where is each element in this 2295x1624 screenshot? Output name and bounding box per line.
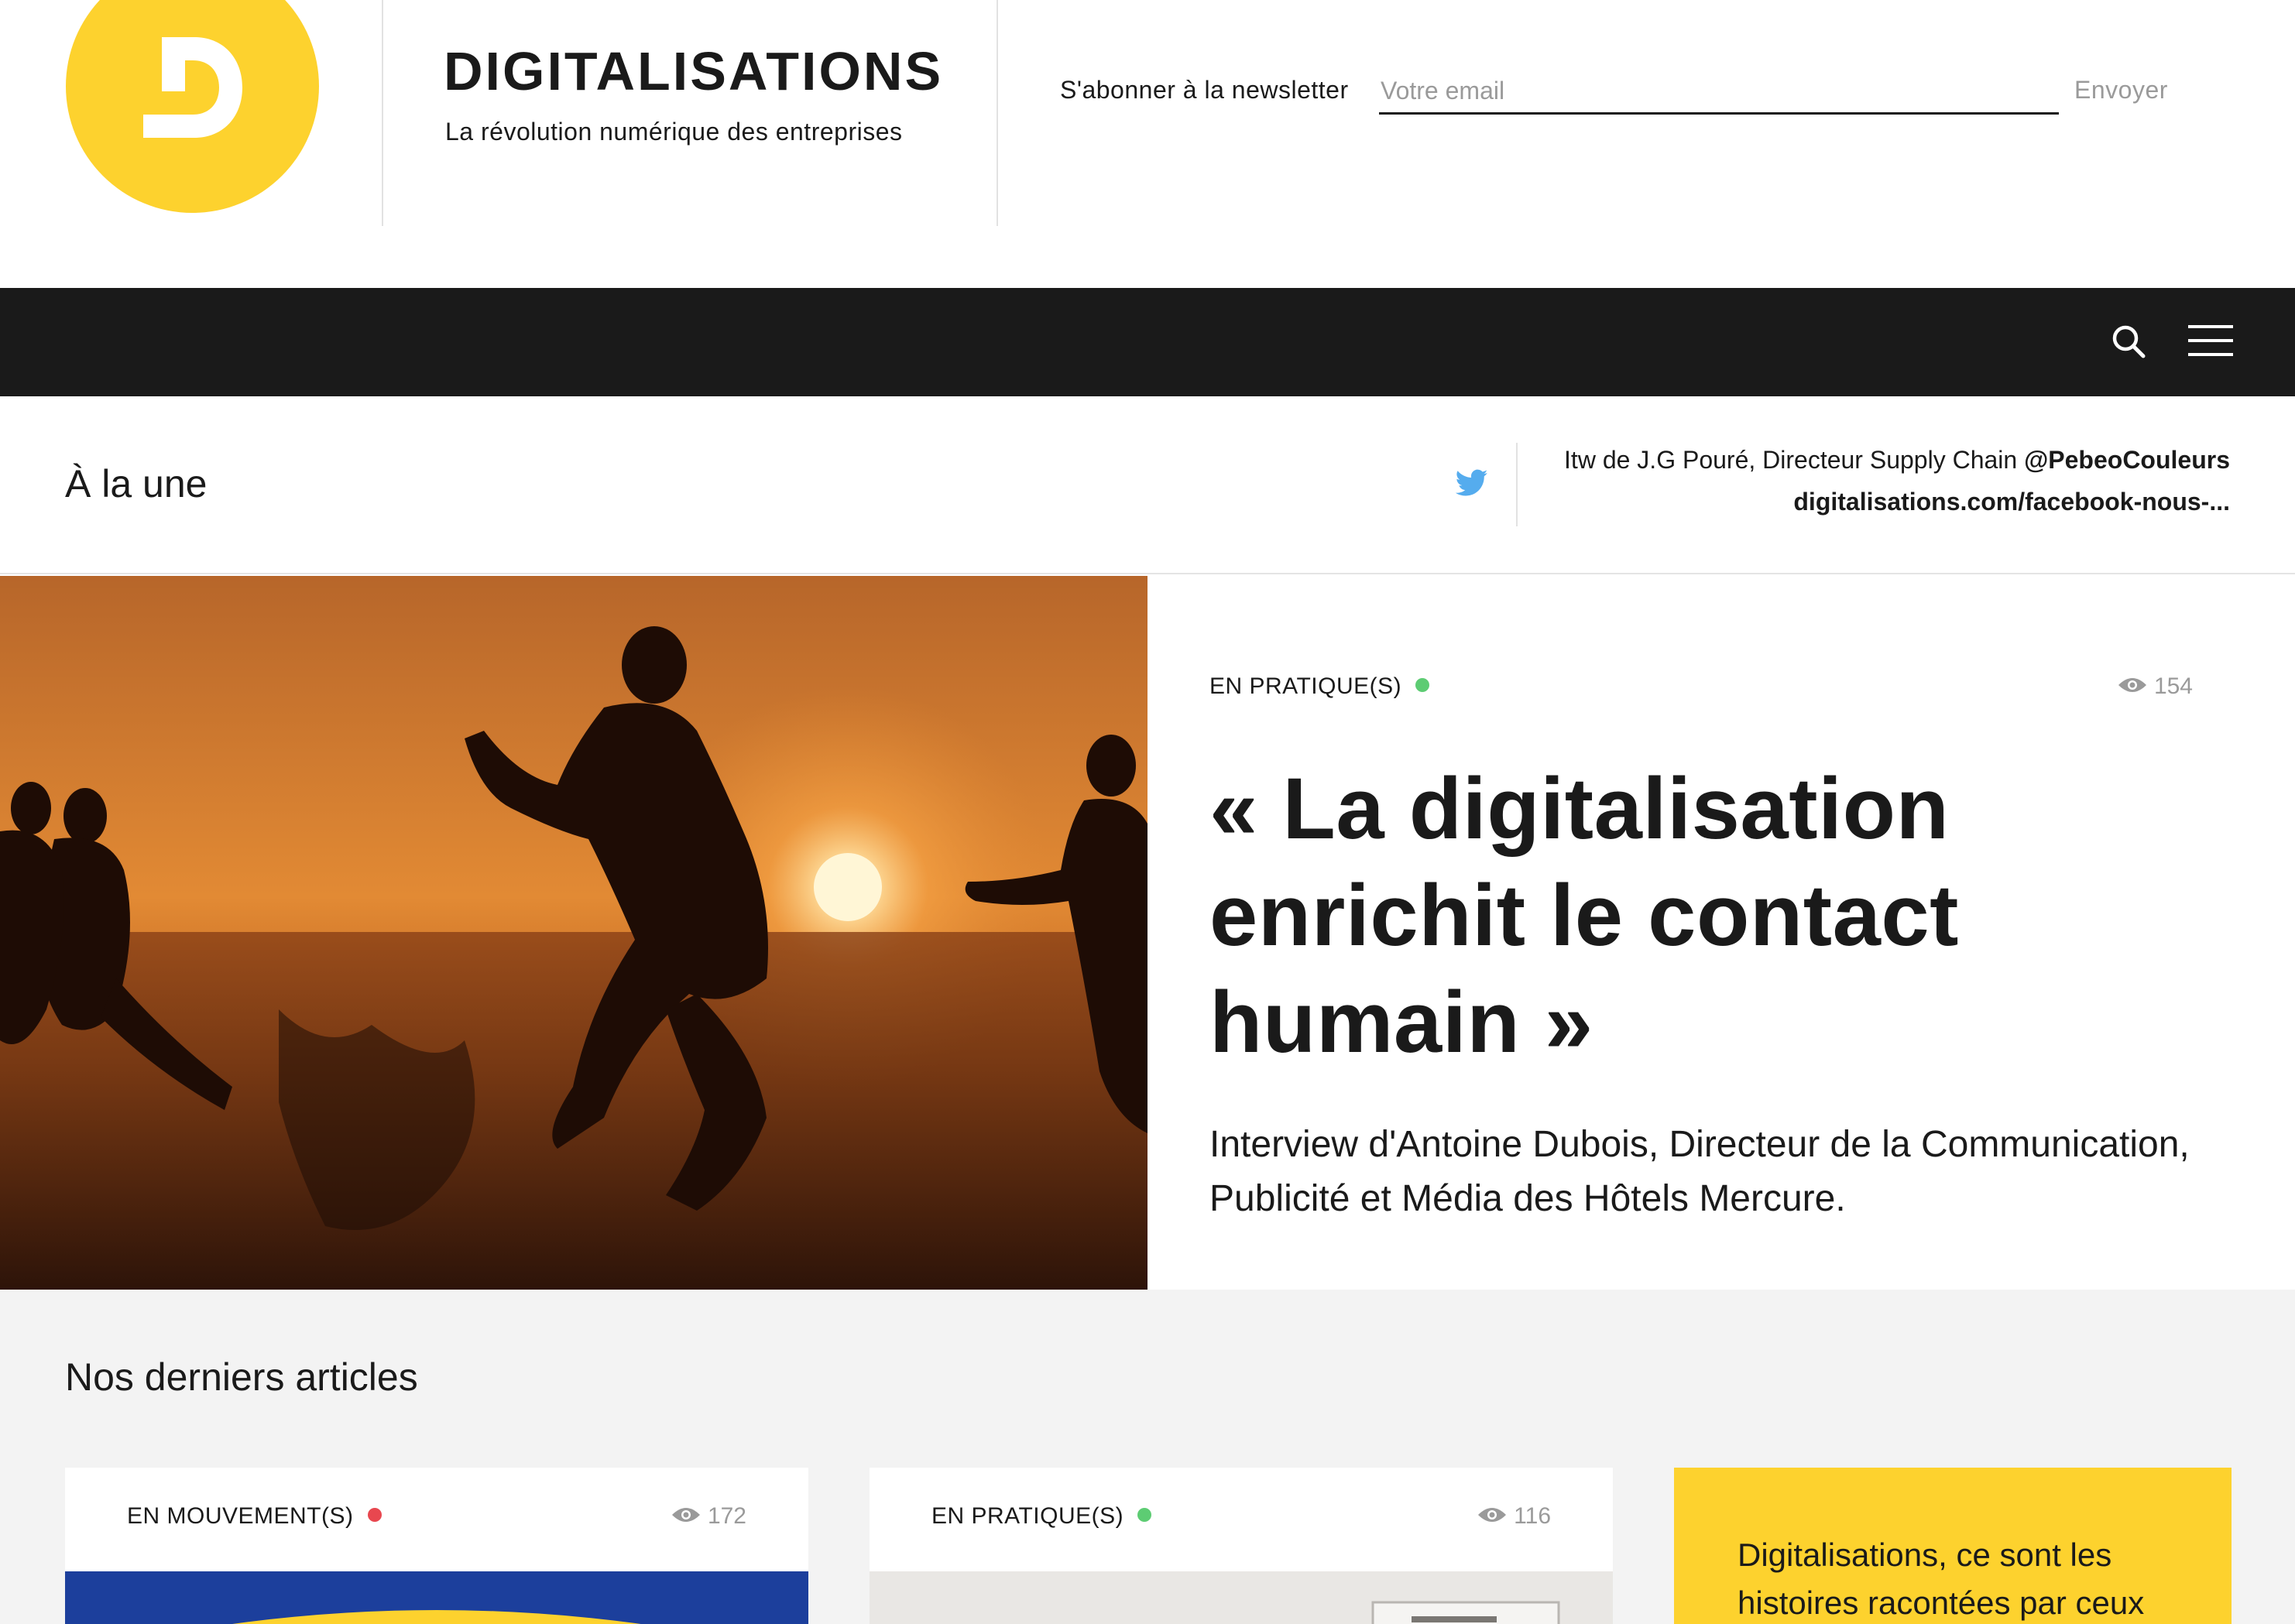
category-label: EN PRATIQUE(S) (931, 1503, 1124, 1529)
featured-content: EN PRATIQUE(S) 154 « La digitalisation e… (1209, 576, 2232, 1290)
about-promo-card[interactable]: Digitalisations, ce sont les histoires r… (1674, 1468, 2232, 1624)
menu-button[interactable] (2188, 325, 2233, 358)
featured-views: 154 (2117, 673, 2193, 700)
article-card[interactable]: EN MOUVEMENT(S) 172 (65, 1468, 808, 1624)
card-category[interactable]: EN PRATIQUE(S) (931, 1503, 1152, 1530)
category-label: EN PRATIQUE(S) (1209, 673, 1402, 699)
category-label: EN MOUVEMENT(S) (127, 1503, 354, 1529)
featured-photo (0, 576, 1148, 1290)
promo-text: Digitalisations, ce sont les histoires r… (1738, 1537, 2145, 1621)
card-category[interactable]: EN MOUVEMENT(S) (127, 1503, 382, 1530)
tweet-handle[interactable]: @PebeoCouleurs (2024, 446, 2230, 474)
tweet-body: Itw de J.G Pouré, Directeur Supply Chain (1564, 446, 2025, 474)
twitter-icon[interactable] (1456, 469, 1488, 497)
article-card[interactable]: EN PRATIQUE(S) 116 (870, 1468, 1613, 1624)
brand-title[interactable]: DIGITALISATIONS (444, 40, 943, 102)
newsletter-email-input[interactable] (1379, 70, 2059, 115)
views-count: 154 (2153, 673, 2193, 699)
category-dot (1137, 1508, 1152, 1523)
card-thumbnail (65, 1571, 808, 1624)
featured-article[interactable]: EN PRATIQUE(S) 154 « La digitalisation e… (0, 576, 2295, 1290)
search-icon (2112, 325, 2146, 358)
header-divider (997, 0, 998, 226)
eye-icon (2118, 678, 2146, 693)
tweet-divider (1516, 443, 1518, 526)
search-button[interactable] (2106, 319, 2153, 365)
une-strip: À la une Itw de J.G Pouré, Directeur Sup… (0, 396, 2295, 574)
tweet-link[interactable]: digitalisations.com/facebook-nous-... (1793, 488, 2230, 516)
header-divider (382, 0, 383, 226)
views-count: 172 (707, 1503, 746, 1529)
featured-image[interactable] (0, 576, 1148, 1290)
latest-articles-section: Nos derniers articles EN MOUVEMENT(S) 17… (0, 1290, 2295, 1624)
featured-description: Interview d'Antoine Dubois, Directeur de… (1209, 1124, 2190, 1219)
section-title-latest: Nos derniers articles (65, 1355, 418, 1399)
featured-title[interactable]: « La digitalisation enrichit le contact … (1209, 755, 2216, 1076)
card-image[interactable] (870, 1571, 1613, 1624)
featured-category[interactable]: EN PRATIQUE(S) (1209, 673, 1430, 700)
card-image[interactable] (65, 1571, 808, 1624)
category-dot (367, 1508, 382, 1523)
card-views: 116 (1477, 1503, 1551, 1530)
card-views: 172 (671, 1503, 746, 1530)
category-dot (1415, 678, 1430, 693)
card-thumbnail (870, 1571, 1613, 1624)
site-logo[interactable] (66, 0, 319, 213)
main-navbar (0, 288, 2295, 396)
eye-icon (1478, 1508, 1507, 1523)
brand-tagline: La révolution numérique des entreprises (445, 118, 903, 146)
eye-icon (671, 1508, 700, 1523)
logo-d-mark (143, 37, 242, 138)
tweet-text[interactable]: Itw de J.G Pouré, Directeur Supply Chain… (1564, 446, 2230, 475)
site-header: DIGITALISATIONS La révolution numérique … (0, 0, 2295, 288)
views-count: 116 (1514, 1503, 1551, 1529)
newsletter-label: S'abonner à la newsletter (1060, 76, 1349, 104)
newsletter-send-button[interactable]: Envoyer (2074, 76, 2168, 104)
section-title-une: À la une (65, 462, 208, 505)
